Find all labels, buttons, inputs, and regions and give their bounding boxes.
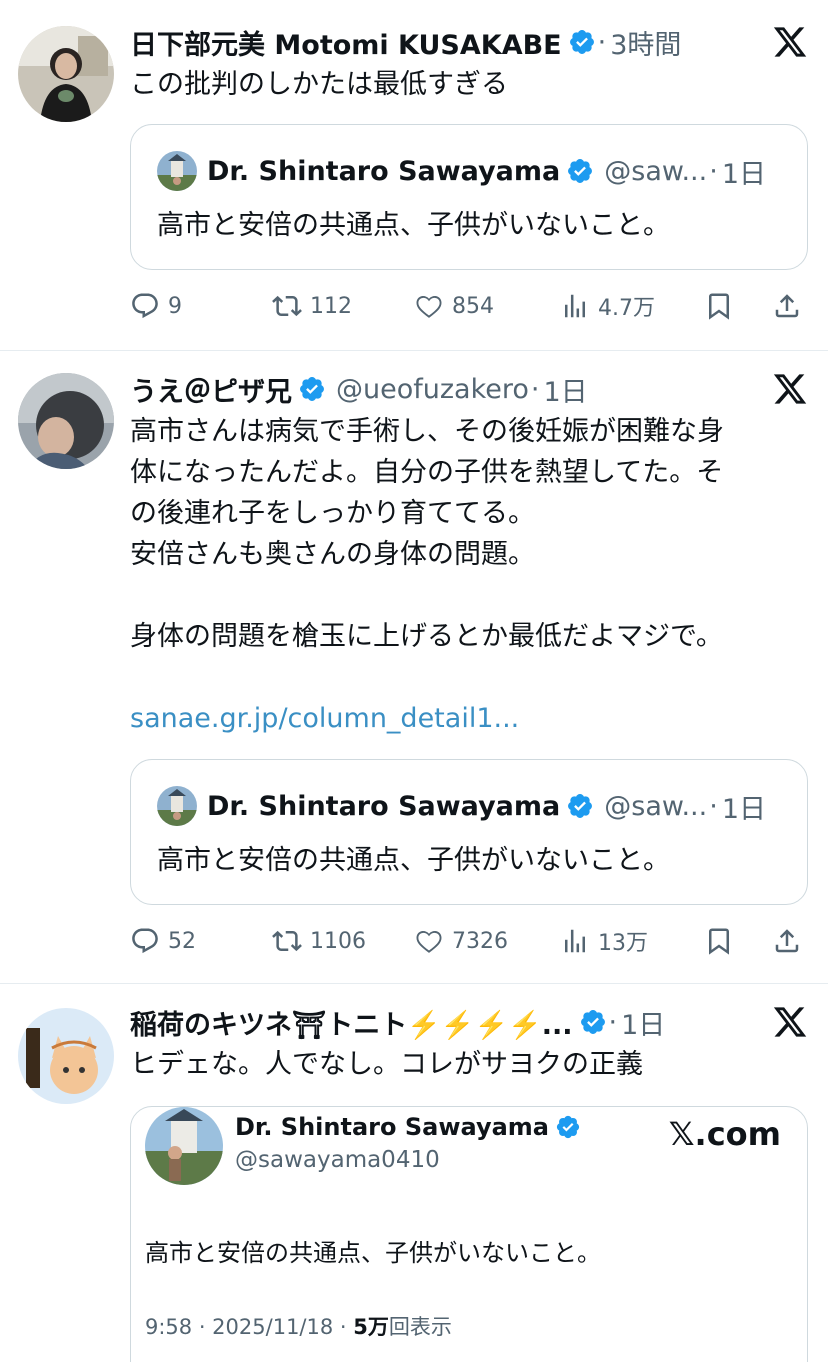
tweet-3[interactable]: 稲荷のキツネ⛩トニト⚡️⚡️⚡️⚡️... · 1日 ヒデェな。人でなし。コレが… — [0, 984, 828, 1362]
timestamp[interactable]: 1日 — [621, 1003, 665, 1042]
verified-badge-icon — [300, 377, 324, 401]
views-button[interactable]: 13万 — [560, 921, 648, 961]
quote-handle[interactable]: @saw... — [604, 156, 707, 187]
quote-text: 高市と安倍の共通点、子供がいないこと。 — [157, 845, 670, 876]
handle[interactable]: @ueofuzakero — [336, 374, 529, 405]
card-handle[interactable]: @sawayama0410 — [235, 1147, 440, 1173]
quoted-tweet[interactable]: Dr. Shintaro Sawayama @saw... · 1日 高市と安倍… — [130, 759, 808, 905]
reply-button[interactable]: 52 — [130, 921, 196, 961]
card-display-name[interactable]: Dr. Shintaro Sawayama — [235, 1113, 581, 1141]
tweet-text: ヒデェな。人でなし。コレがサヨクの正義 — [130, 1049, 643, 1080]
card-name-text: Dr. Shintaro Sawayama — [235, 1113, 549, 1141]
tweet-text: 高市さんは病気で手術し、その後妊娠が困難な身 体になったんだよ。自分の子供を熱望… — [130, 416, 724, 652]
tweet-header: 日下部元美 Motomi KUSAKABE · 3時間 — [130, 20, 808, 64]
x-logo-icon — [773, 374, 807, 404]
tweet-link[interactable]: sanae.gr.jp/column_detail1... — [130, 698, 808, 739]
avatar[interactable] — [18, 1008, 114, 1104]
embedded-tweet-card[interactable]: Dr. Shintaro Sawayama @sawayama0410 𝕏.co… — [130, 1106, 808, 1362]
views-count: 4.7万 — [598, 296, 655, 321]
card-text: 高市と安倍の共通点、子供がいないこと。 — [145, 1239, 601, 1267]
timestamp[interactable]: 1日 — [543, 370, 587, 409]
display-name[interactable]: 日下部元美 Motomi KUSAKABE — [130, 23, 562, 62]
tweet-header: 稲荷のキツネ⛩トニト⚡️⚡️⚡️⚡️... · 1日 — [130, 1000, 808, 1044]
repost-icon — [272, 930, 302, 952]
card-meta-views-number: 5万 — [353, 1315, 389, 1339]
like-button[interactable]: 7326 — [414, 921, 508, 961]
quote-text: 高市と安倍の共通点、子供がいないこと。 — [157, 210, 670, 241]
repost-button[interactable]: 1106 — [272, 921, 366, 961]
quote-display-name[interactable]: Dr. Shintaro Sawayama — [207, 156, 560, 187]
quoted-tweet[interactable]: Dr. Shintaro Sawayama @saw... · 1日 高市と安倍… — [130, 124, 808, 270]
reply-count: 9 — [168, 293, 182, 319]
reply-button[interactable]: 9 — [130, 286, 182, 326]
verified-badge-icon — [569, 30, 594, 54]
bookmark-button[interactable] — [704, 286, 742, 326]
bookmark-icon — [709, 293, 729, 320]
like-count: 7326 — [452, 928, 508, 954]
quote-header: Dr. Shintaro Sawayama @saw... · 1日 — [157, 784, 766, 828]
verified-badge-icon — [568, 159, 593, 183]
display-name[interactable]: 稲荷のキツネ⛩トニト⚡️⚡️⚡️⚡️... — [130, 1003, 573, 1042]
verified-badge-icon — [556, 1115, 580, 1139]
quote-timestamp[interactable]: 1日 — [722, 152, 766, 191]
share-button[interactable] — [772, 286, 810, 326]
views-icon — [565, 929, 585, 953]
avatar[interactable] — [18, 26, 114, 122]
share-icon — [775, 929, 799, 953]
tweet-2[interactable]: うえ＠ピザ兄 @ueofuzakero · 1日 高市さんは病気で手術し、その後… — [0, 351, 828, 983]
verified-badge-icon — [568, 794, 593, 818]
card-avatar[interactable] — [145, 1107, 223, 1185]
card-meta-views-label: 回表示 — [388, 1315, 452, 1339]
card-meta-time: 9:58 · 2025/11/18 · — [145, 1315, 354, 1339]
quote-header: Dr. Shintaro Sawayama @saw... · 1日 — [157, 149, 766, 193]
share-icon — [775, 294, 799, 318]
repost-count: 112 — [310, 293, 352, 319]
card-brand[interactable]: 𝕏.com — [669, 1115, 781, 1153]
action-bar: 52 1106 7326 13万 — [130, 921, 808, 961]
quote-timestamp[interactable]: 1日 — [722, 787, 766, 826]
quote-handle[interactable]: @saw... — [604, 791, 707, 822]
separator-dot: · — [709, 155, 718, 187]
card-meta: 9:58 · 2025/11/18 · 5万回表示 — [145, 1311, 452, 1341]
x-logo-icon — [773, 27, 807, 57]
display-name[interactable]: うえ＠ピザ兄 — [130, 370, 292, 409]
separator-dot: · — [709, 790, 718, 822]
share-button[interactable] — [772, 921, 810, 961]
reply-count: 52 — [168, 928, 196, 954]
bookmark-icon — [709, 928, 729, 955]
separator-dot: · — [597, 26, 607, 58]
timestamp[interactable]: 3時間 — [610, 23, 681, 62]
x-logo-icon — [773, 1007, 807, 1037]
tweet-header: うえ＠ピザ兄 @ueofuzakero · 1日 — [130, 367, 808, 411]
reply-icon — [132, 928, 158, 954]
avatar[interactable] — [18, 373, 114, 469]
tweet-1[interactable]: 日下部元美 Motomi KUSAKABE · 3時間 この批判のしかたは最低す… — [0, 0, 828, 350]
views-button[interactable]: 4.7万 — [560, 286, 655, 326]
separator-dot: · — [530, 373, 540, 405]
like-button[interactable]: 854 — [414, 286, 494, 326]
heart-icon — [416, 930, 442, 953]
quote-display-name[interactable]: Dr. Shintaro Sawayama — [207, 791, 560, 822]
action-bar: 9 112 854 4.7万 — [130, 286, 808, 326]
bookmark-button[interactable] — [704, 921, 742, 961]
repost-icon — [272, 295, 302, 317]
like-count: 854 — [452, 293, 494, 319]
views-icon — [565, 294, 585, 318]
reply-icon — [132, 293, 158, 319]
tweet-text: この批判のしかたは最低すぎる — [130, 69, 508, 100]
views-count: 13万 — [598, 931, 648, 956]
quote-avatar[interactable] — [157, 786, 197, 826]
repost-button[interactable]: 112 — [272, 286, 352, 326]
verified-badge-icon — [580, 1010, 605, 1034]
repost-count: 1106 — [310, 928, 366, 954]
quote-avatar[interactable] — [157, 151, 197, 191]
separator-dot: · — [608, 1006, 618, 1038]
heart-icon — [416, 295, 442, 318]
